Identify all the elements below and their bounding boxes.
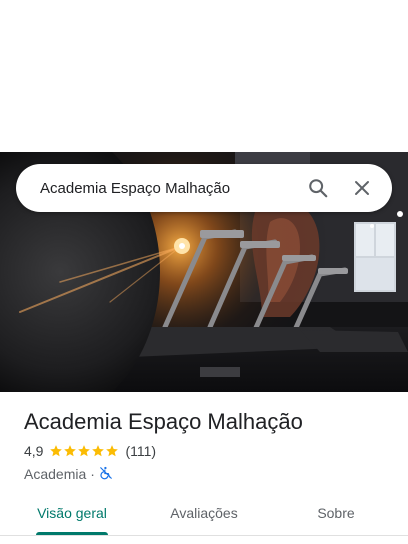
star-icon	[78, 445, 91, 457]
star-rating	[49, 444, 119, 458]
star-icon	[106, 445, 119, 457]
star-icon	[92, 445, 105, 457]
place-title: Academia Espaço Malhação	[24, 409, 303, 434]
wheelchair-not-accessible-icon[interactable]	[99, 466, 113, 483]
place-category: Academia	[24, 466, 87, 482]
rating-value: 4,9	[24, 443, 44, 459]
separator-dot: ·	[90, 466, 95, 482]
review-count[interactable]: (111)	[125, 443, 156, 459]
star-icon	[64, 445, 77, 457]
tab-divider	[0, 535, 408, 536]
search-input[interactable]: Academia Espaço Malhação	[40, 180, 298, 197]
category-row: Academia ·	[24, 465, 394, 483]
tab-bar: Visão geral Avaliações Sobre	[0, 494, 408, 536]
tab-avaliacoes[interactable]: Avaliações	[144, 494, 264, 536]
tab-label: Avaliações	[170, 505, 238, 521]
tab-label: Sobre	[317, 505, 355, 521]
tab-label: Visão geral	[37, 505, 107, 521]
place-info: Academia Espaço Malhação 4,9 (111) Acade…	[24, 408, 394, 483]
search-icon[interactable]	[298, 168, 338, 208]
tab-visao-geral[interactable]: Visão geral	[0, 494, 144, 536]
tab-sobre[interactable]: Sobre	[264, 494, 408, 536]
rating-row[interactable]: 4,9 (111)	[24, 441, 394, 461]
close-icon[interactable]	[342, 168, 382, 208]
search-bar[interactable]: Academia Espaço Malhação	[16, 164, 392, 212]
map-blank-area	[0, 0, 408, 152]
star-icon	[50, 445, 63, 457]
